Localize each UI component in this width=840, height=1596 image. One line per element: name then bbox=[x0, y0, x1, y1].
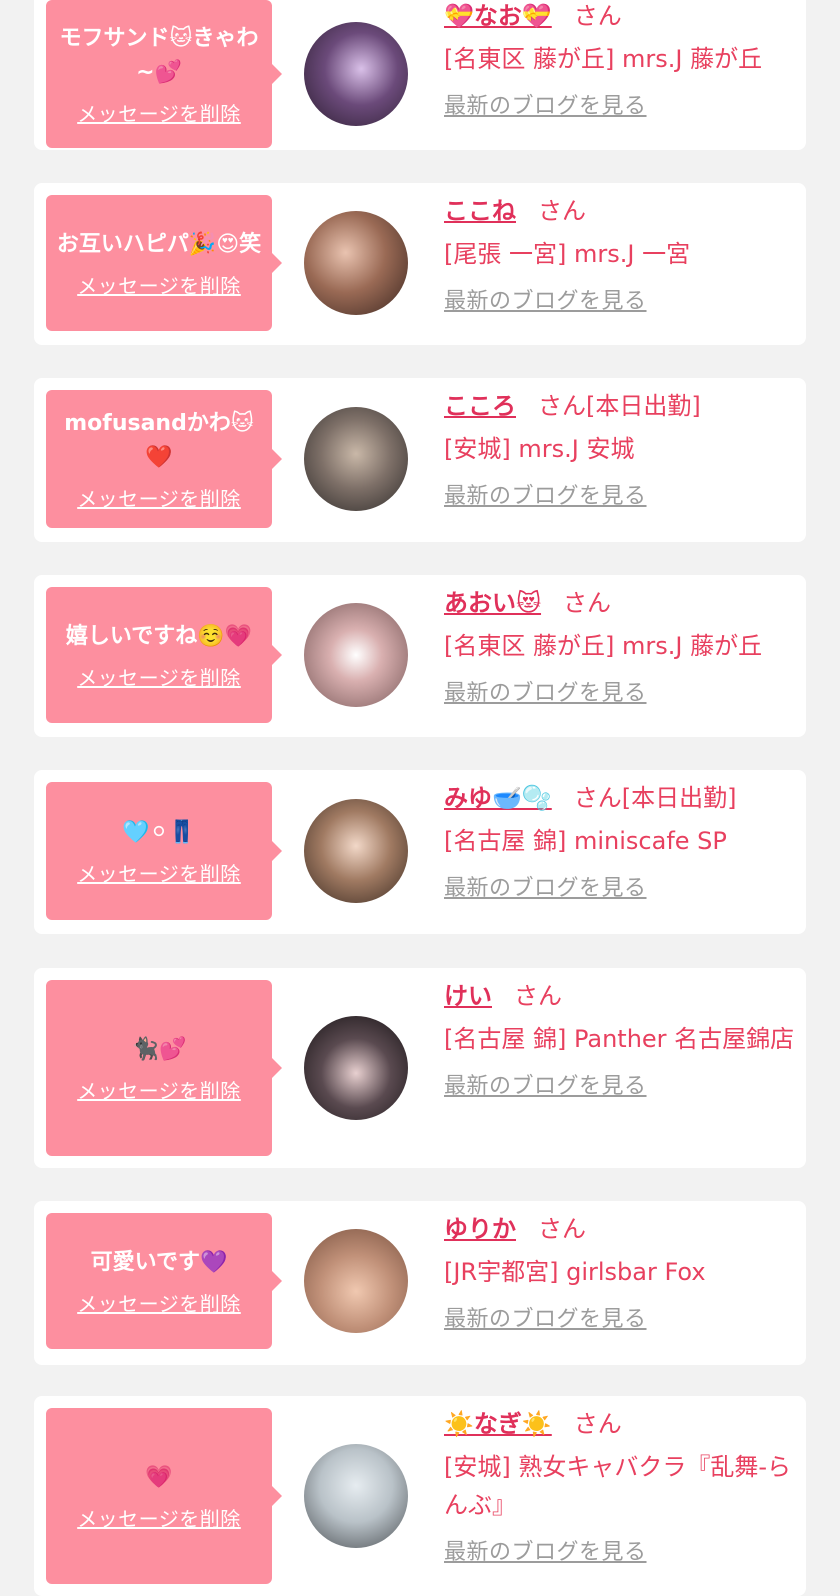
name-line: こころ さん[本日出勤] bbox=[444, 388, 798, 424]
cast-name-link[interactable]: ☀️なぎ☀️ bbox=[444, 1410, 552, 1438]
latest-blog-link[interactable]: 最新のブログを見る bbox=[444, 1301, 647, 1333]
message-bubble: 💗 メッセージを削除 bbox=[46, 1408, 282, 1584]
message-bubble: 嬉しいですね☺️💗 メッセージを削除 bbox=[46, 587, 282, 723]
latest-blog-link[interactable]: 最新のブログを見る bbox=[444, 478, 647, 510]
attendance-badge: [本日出勤] bbox=[586, 392, 701, 420]
message-text: 嬉しいですね☺️💗 bbox=[65, 623, 253, 649]
name-line: ここね さん bbox=[444, 193, 798, 229]
avatar[interactable] bbox=[304, 603, 408, 707]
message-card: 可愛いです💜 メッセージを削除 ゆりか さん [JR宇都宮] girlsbar Fox 最… bbox=[34, 1201, 806, 1365]
cast-info: けい さん [名古屋 錦] Panther 名古屋錦店最新のブログを見る bbox=[444, 978, 798, 1100]
latest-blog-link[interactable]: 最新のブログを見る bbox=[444, 870, 647, 902]
message-bubble: 🐈‍⬛💕 メッセージを削除 bbox=[46, 980, 282, 1156]
message-card: モフサンド🐱きゃわ~💕 メッセージを削除 💝なお💝 さん [名東区 藤が丘] mrs.J… bbox=[34, 0, 806, 150]
name-line: あおい😻 さん bbox=[444, 585, 798, 621]
cast-info: 💝なお💝 さん [名東区 藤が丘] mrs.J 藤が丘最新のブログを見る bbox=[444, 0, 798, 120]
latest-blog-link[interactable]: 最新のブログを見る bbox=[444, 1068, 647, 1100]
latest-blog-link[interactable]: 最新のブログを見る bbox=[444, 1534, 647, 1566]
cast-info: あおい😻 さん [名東区 藤が丘] mrs.J 藤が丘最新のブログを見る bbox=[444, 585, 798, 707]
name-line: けい さん bbox=[444, 978, 798, 1014]
avatar[interactable] bbox=[304, 799, 408, 903]
delete-message-link[interactable]: メッセージを削除 bbox=[77, 662, 241, 691]
message-bubble: 🩵⚪👖 メッセージを削除 bbox=[46, 782, 282, 920]
cast-info: こころ さん[本日出勤] [安城] mrs.J 安城最新のブログを見る bbox=[444, 388, 798, 510]
delete-message-link[interactable]: メッセージを削除 bbox=[77, 1075, 241, 1104]
avatar[interactable] bbox=[304, 407, 408, 511]
message-card: mofusandかわ🐱❤️ メッセージを削除 こころ さん[本日出勤] [安城] mrs… bbox=[34, 378, 806, 542]
avatar[interactable] bbox=[304, 22, 408, 126]
message-text: mofusandかわ🐱❤️ bbox=[64, 410, 254, 470]
honorific: さん bbox=[573, 1410, 622, 1438]
delete-message-link[interactable]: メッセージを削除 bbox=[77, 483, 241, 512]
honorific: さん bbox=[538, 392, 586, 420]
latest-blog-link[interactable]: 最新のブログを見る bbox=[444, 675, 647, 707]
message-card: 🩵⚪👖 メッセージを削除 みゆ🥣🫧 さん[本日出勤] [名古屋 錦] miniscafe… bbox=[34, 770, 806, 934]
message-bubble: お互いハピパ🎉😍笑 メッセージを削除 bbox=[46, 195, 282, 331]
delete-message-link[interactable]: メッセージを削除 bbox=[77, 858, 241, 887]
delete-message-link[interactable]: メッセージを削除 bbox=[77, 98, 241, 127]
message-card: 💗 メッセージを削除 ☀️なぎ☀️ さん [安城] 熟女キャバクラ『乱舞-らんぶ』最新の… bbox=[34, 1396, 806, 1596]
message-bubble: モフサンド🐱きゃわ~💕 メッセージを削除 bbox=[46, 0, 282, 148]
message-bubble: 可愛いです💜 メッセージを削除 bbox=[46, 1213, 282, 1349]
shop-label: [名東区 藤が丘] mrs.J 藤が丘 bbox=[444, 45, 763, 73]
name-line: 💝なお💝 さん bbox=[444, 0, 798, 34]
shop-label: [安城] 熟女キャバクラ『乱舞-らんぶ』 bbox=[444, 1453, 792, 1519]
cast-info: ゆりか さん [JR宇都宮] girlsbar Fox 最新のブログを見る bbox=[444, 1211, 798, 1333]
honorific: さん bbox=[573, 784, 622, 812]
shop-label: [名東区 藤が丘] mrs.J 藤が丘 bbox=[444, 632, 763, 660]
cast-name-link[interactable]: こころ bbox=[444, 392, 516, 420]
shop-label: [名古屋 錦] miniscafe SP bbox=[444, 827, 727, 855]
message-card: 🐈‍⬛💕 メッセージを削除 けい さん [名古屋 錦] Panther 名古屋錦店最新の… bbox=[34, 968, 806, 1168]
message-bubble: mofusandかわ🐱❤️ メッセージを削除 bbox=[46, 390, 282, 528]
shop-label: [JR宇都宮] girlsbar Fox bbox=[444, 1258, 706, 1286]
shop-label: [名古屋 錦] Panther 名古屋錦店 bbox=[444, 1025, 795, 1053]
message-text: 可愛いです💜 bbox=[90, 1249, 228, 1275]
delete-message-link[interactable]: メッセージを削除 bbox=[77, 270, 241, 299]
name-line: ☀️なぎ☀️ さん bbox=[444, 1406, 798, 1442]
latest-blog-link[interactable]: 最新のブログを見る bbox=[444, 88, 647, 120]
honorific: さん bbox=[563, 589, 612, 617]
message-text: 🐈‍⬛💕 bbox=[131, 1036, 187, 1062]
cast-name-link[interactable]: けい bbox=[444, 982, 492, 1010]
avatar[interactable] bbox=[304, 1444, 408, 1548]
message-text: 🩵⚪👖 bbox=[122, 819, 196, 845]
honorific: さん bbox=[538, 197, 586, 225]
message-text: 💗 bbox=[145, 1464, 173, 1490]
shop-label: [尾張 一宮] mrs.J 一宮 bbox=[444, 240, 691, 268]
name-line: みゆ🥣🫧 さん[本日出勤] bbox=[444, 780, 798, 816]
delete-message-link[interactable]: メッセージを削除 bbox=[77, 1503, 241, 1532]
cast-info: ここね さん [尾張 一宮] mrs.J 一宮最新のブログを見る bbox=[444, 193, 798, 315]
cast-name-link[interactable]: ここね bbox=[444, 197, 516, 225]
cast-name-link[interactable]: みゆ🥣🫧 bbox=[444, 784, 552, 812]
attendance-badge: [本日出勤] bbox=[621, 784, 737, 812]
cast-name-link[interactable]: ゆりか bbox=[444, 1215, 516, 1243]
delete-message-link[interactable]: メッセージを削除 bbox=[77, 1288, 241, 1317]
avatar[interactable] bbox=[304, 211, 408, 315]
message-card: お互いハピパ🎉😍笑 メッセージを削除 ここね さん [尾張 一宮] mrs.J 一宮最新… bbox=[34, 183, 806, 345]
cast-name-link[interactable]: 💝なお💝 bbox=[444, 2, 552, 30]
avatar[interactable] bbox=[304, 1016, 408, 1120]
message-card: 嬉しいですね☺️💗 メッセージを削除 あおい😻 さん [名東区 藤が丘] mrs.J 藤… bbox=[34, 575, 806, 737]
honorific: さん bbox=[514, 982, 562, 1010]
message-text: モフサンド🐱きゃわ~💕 bbox=[59, 25, 259, 85]
name-line: ゆりか さん bbox=[444, 1211, 798, 1247]
cast-info: みゆ🥣🫧 さん[本日出勤] [名古屋 錦] miniscafe SP 最新のブログを見… bbox=[444, 780, 798, 902]
honorific: さん bbox=[538, 1215, 586, 1243]
cast-info: ☀️なぎ☀️ さん [安城] 熟女キャバクラ『乱舞-らんぶ』最新のブログを見る bbox=[444, 1406, 798, 1566]
honorific: さん bbox=[573, 2, 622, 30]
avatar[interactable] bbox=[304, 1229, 408, 1333]
message-text: お互いハピパ🎉😍笑 bbox=[56, 231, 262, 257]
latest-blog-link[interactable]: 最新のブログを見る bbox=[444, 283, 647, 315]
shop-label: [安城] mrs.J 安城 bbox=[444, 435, 635, 463]
cast-name-link[interactable]: あおい😻 bbox=[444, 589, 541, 617]
